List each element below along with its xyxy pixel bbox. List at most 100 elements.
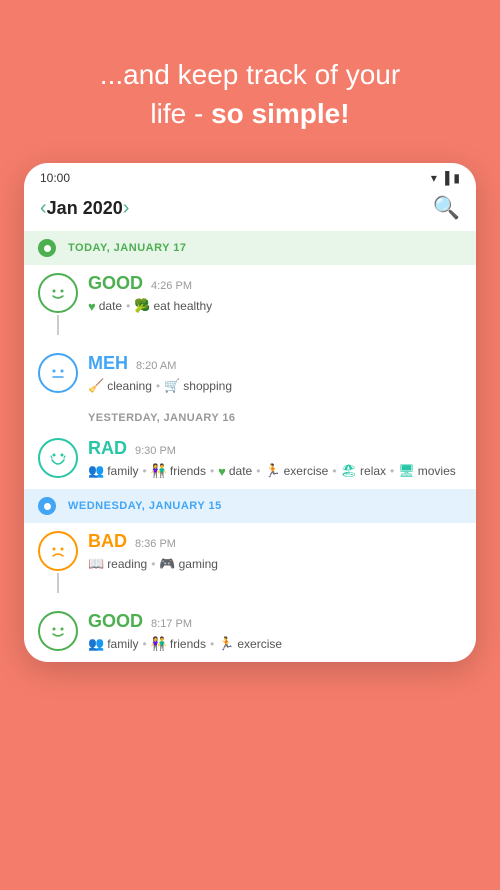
tag-label-friends: friends xyxy=(170,464,206,478)
entry-row-good-wed[interactable]: GOOD 8:17 PM 👥 family • 👫 friends xyxy=(24,603,476,660)
header-section: ...and keep track of your life - so simp… xyxy=(0,0,500,163)
cleaning-icon: 🧹 xyxy=(88,378,104,394)
entry-tags-good-wed: 👥 family • 👫 friends • 🏃 exercise xyxy=(88,636,462,652)
tag-reading: 📖 reading xyxy=(88,556,147,572)
gaming-icon: 🎮 xyxy=(159,556,175,572)
tag-label-gaming: gaming xyxy=(179,557,218,571)
tag-relax-rad: 🏖 relax xyxy=(341,463,387,479)
dot-sep-9: • xyxy=(143,637,147,651)
exercise-icon: 🏃 xyxy=(264,463,280,479)
tag-shopping: 🛒 shopping xyxy=(164,378,232,394)
tag-movies-rad: 🖥 movies xyxy=(398,463,456,479)
tag-label-eat-healthy: eat healthy xyxy=(153,299,212,313)
dot-sep-5: • xyxy=(256,464,260,478)
entry-tags-rad-1: 👥 family • 👫 friends • ♥ date xyxy=(88,463,462,479)
tag-label-family: family xyxy=(107,464,138,478)
tag-friends-rad: 👫 friends xyxy=(151,463,206,479)
entry-content-rad-1: RAD 9:30 PM 👥 family • 👫 friends xyxy=(88,438,462,479)
dot-sep-7: • xyxy=(390,464,394,478)
tag-friends-wed: 👫 friends xyxy=(151,636,206,652)
signal-icon: ▐ xyxy=(441,171,450,185)
phone-frame: 10:00 ▾ ▐ ▮ ‹ Jan 2020 › 🔍 TODAY, JANUAR… xyxy=(24,163,476,662)
tag-eat-healthy: 🥦 eat healthy xyxy=(134,298,212,314)
tag-family-wed: 👥 family xyxy=(88,636,139,652)
connector-line-1 xyxy=(57,315,59,335)
entries-list: TODAY, JANUARY 17 GOOD xyxy=(24,231,476,662)
mood-face-good-1 xyxy=(38,273,78,313)
dot-sep-2: • xyxy=(156,379,160,393)
entry-icon-col-good-1 xyxy=(38,273,78,337)
tag-label-cleaning: cleaning xyxy=(107,379,152,393)
tag-label-exercise: exercise xyxy=(284,464,329,478)
tag-date-1: ♥ date xyxy=(88,299,122,314)
entry-time-good-1: 4:26 PM xyxy=(151,280,192,292)
reading-icon: 📖 xyxy=(88,556,104,572)
search-button[interactable]: 🔍 xyxy=(433,195,460,221)
shopping-icon: 🛒 xyxy=(164,378,180,394)
dot-sep-10: • xyxy=(210,637,214,651)
tag-exercise-rad: 🏃 exercise xyxy=(264,463,328,479)
tag-label-date-2: date xyxy=(229,464,252,478)
header-line2-bold: so simple! xyxy=(211,98,349,129)
status-bar: 10:00 ▾ ▐ ▮ xyxy=(24,163,476,189)
mood-face-rad-1 xyxy=(38,438,78,478)
entry-time-bad-1: 8:36 PM xyxy=(135,538,176,550)
yesterday-label-wrap: YESTERDAY, JANUARY 16 xyxy=(24,404,476,430)
today-label: TODAY, JANUARY 17 xyxy=(68,242,187,254)
dot-sep-6: • xyxy=(332,464,336,478)
prev-month-button[interactable]: ‹ xyxy=(40,197,47,220)
entry-tags-meh-1: 🧹 cleaning • 🛒 shopping xyxy=(88,378,462,394)
tag-exercise-wed: 🏃 exercise xyxy=(218,636,282,652)
entry-tags-bad-1: 📖 reading • 🎮 gaming xyxy=(88,556,462,572)
today-dot xyxy=(38,239,56,257)
entry-row-rad-1[interactable]: RAD 9:30 PM 👥 family • 👫 friends xyxy=(24,430,476,487)
entry-row-meh-1[interactable]: MEH 8:20 AM 🧹 cleaning • 🛒 shopping xyxy=(24,345,476,402)
entry-icon-col-rad-1 xyxy=(38,438,78,478)
exercise-icon-2: 🏃 xyxy=(218,636,234,652)
dot-sep-3: • xyxy=(143,464,147,478)
heart-icon: ♥ xyxy=(88,299,96,314)
entry-icon-col-bad-1 xyxy=(38,531,78,595)
nav-bar: ‹ Jan 2020 › 🔍 xyxy=(24,189,476,231)
wifi-icon: ▾ xyxy=(431,171,437,185)
wednesday-dot xyxy=(38,497,56,515)
battery-icon: ▮ xyxy=(453,171,460,185)
header-line2-normal: life - xyxy=(150,98,211,129)
healthy-icon: 🥦 xyxy=(134,298,150,314)
mood-face-bad-1 xyxy=(38,531,78,571)
entry-time-meh-1: 8:20 AM xyxy=(136,360,176,372)
entry-time-good-wed: 8:17 PM xyxy=(151,618,192,630)
entry-content-bad-1: BAD 8:36 PM 📖 reading • 🎮 gaming xyxy=(88,531,462,572)
mood-face-good-wed xyxy=(38,611,78,651)
entry-content-good-wed: GOOD 8:17 PM 👥 family • 👫 friends xyxy=(88,611,462,652)
connector-line-2 xyxy=(57,573,59,593)
mood-label-meh-1: MEH xyxy=(88,353,128,374)
header-line1: ...and keep track of your xyxy=(100,59,400,90)
entry-tags-good-1: ♥ date • 🥦 eat healthy xyxy=(88,298,462,314)
entry-time-rad-1: 9:30 PM xyxy=(135,445,176,457)
wednesday-label: WEDNESDAY, JANUARY 15 xyxy=(68,500,222,512)
dot-sep-8: • xyxy=(151,557,155,571)
entry-row-bad-1[interactable]: BAD 8:36 PM 📖 reading • 🎮 gaming xyxy=(24,523,476,603)
next-month-button[interactable]: › xyxy=(123,197,130,220)
relax-icon: 🏖 xyxy=(341,463,358,479)
family-icon-2: 👥 xyxy=(88,636,104,652)
mood-label-good-1: GOOD xyxy=(88,273,143,294)
entry-row-good-1[interactable]: GOOD 4:26 PM ♥ date • 🥦 eat healthy xyxy=(24,265,476,345)
entry-mood-row-meh-1: MEH 8:20 AM xyxy=(88,353,462,374)
heart-icon-2: ♥ xyxy=(218,464,226,479)
yesterday-label: YESTERDAY, JANUARY 16 xyxy=(88,412,462,424)
mood-face-meh-1 xyxy=(38,353,78,393)
tag-cleaning: 🧹 cleaning xyxy=(88,378,152,394)
day-section-today: TODAY, JANUARY 17 GOOD xyxy=(24,231,476,402)
tag-label-reading: reading xyxy=(107,557,147,571)
day-section-yesterday: YESTERDAY, JANUARY 16 xyxy=(24,404,476,487)
friends-icon-2: 👫 xyxy=(151,636,167,652)
tag-date-rad: ♥ date xyxy=(218,464,252,479)
tag-label-date-1: date xyxy=(99,299,122,313)
entry-content-meh-1: MEH 8:20 AM 🧹 cleaning • 🛒 shopping xyxy=(88,353,462,394)
entry-mood-row-bad-1: BAD 8:36 PM xyxy=(88,531,462,552)
tag-label-exercise-wed: exercise xyxy=(237,637,282,651)
mood-label-bad-1: BAD xyxy=(88,531,127,552)
tag-label-family-wed: family xyxy=(107,637,138,651)
